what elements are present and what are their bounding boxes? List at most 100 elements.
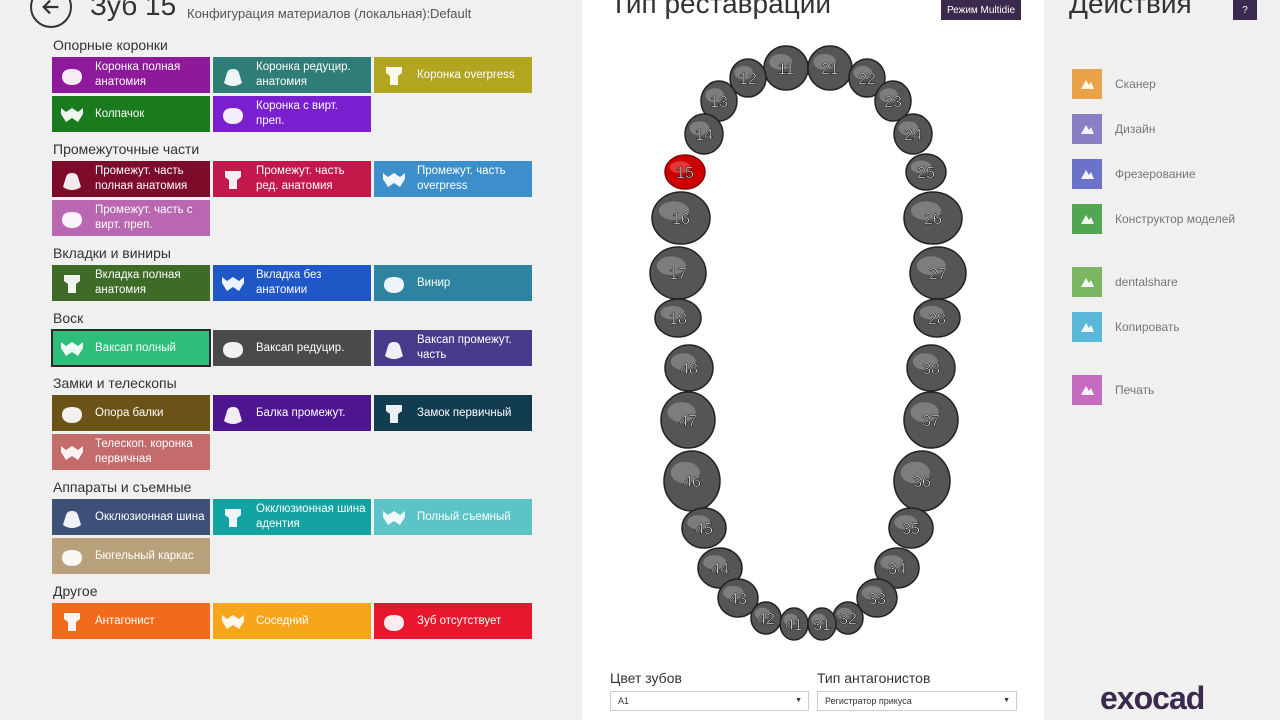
tooth-26[interactable]: 26 bbox=[903, 191, 963, 245]
action-item[interactable]: Конструктор моделей bbox=[1072, 203, 1235, 235]
tooth-number: 45 bbox=[695, 521, 713, 538]
tooth-48[interactable]: 48 bbox=[664, 344, 714, 392]
tooth-27[interactable]: 27 bbox=[909, 246, 967, 300]
restoration-tile[interactable]: Коронка редуцир. анатомия bbox=[213, 57, 371, 93]
veneer-icon bbox=[378, 267, 410, 299]
material-config-value[interactable]: Default bbox=[430, 6, 471, 21]
restoration-tile[interactable]: Коронка полная анатомия bbox=[52, 57, 210, 93]
section-title: Вкладки и виниры bbox=[53, 245, 171, 261]
restoration-tile-label: Винир bbox=[417, 276, 451, 289]
tooth-24[interactable]: 24 bbox=[893, 113, 933, 155]
restoration-tile[interactable]: Колпачок bbox=[52, 96, 210, 132]
restoration-tile[interactable]: Опора балки bbox=[52, 395, 210, 431]
tooth-16[interactable]: 16 bbox=[651, 191, 711, 245]
tooth-number: 38 bbox=[922, 361, 940, 378]
restoration-tile[interactable]: Полный съемный bbox=[374, 499, 532, 535]
restoration-tile[interactable]: Балка промежут. bbox=[213, 395, 371, 431]
shade-select[interactable]: A1 ▼ bbox=[610, 691, 809, 711]
tooth-37[interactable]: 37 bbox=[903, 391, 959, 449]
tooth-number: 33 bbox=[868, 591, 886, 608]
tooth-number: 12 bbox=[739, 71, 757, 88]
restoration-tile[interactable]: Телескоп. коронка первичная bbox=[52, 434, 210, 470]
restoration-tile-label: Ваксап промежут. часть bbox=[417, 334, 512, 361]
chevron-down-icon: ▼ bbox=[1003, 697, 1010, 704]
restoration-tile[interactable]: Промежут. часть полная анатомия bbox=[52, 161, 210, 197]
restoration-tile-label: Ваксап редуцир. bbox=[256, 341, 345, 354]
tooth-number: 25 bbox=[917, 165, 935, 182]
tooth-number: 46 bbox=[683, 474, 701, 491]
tooth-14[interactable]: 14 bbox=[684, 113, 724, 155]
action-label: Печать bbox=[1115, 383, 1155, 397]
actions-title: Действия bbox=[1069, 0, 1192, 19]
action-item[interactable]: Копировать bbox=[1072, 311, 1180, 343]
tooth-45[interactable]: 45 bbox=[681, 507, 727, 549]
restoration-tile-label: Окклюзионная шина адентия bbox=[256, 503, 366, 530]
coping-icon bbox=[56, 98, 88, 130]
restoration-tile-label: Коронка полная анатомия bbox=[95, 61, 181, 88]
tooth-31[interactable]: 31 bbox=[807, 607, 837, 641]
section-title: Другое bbox=[53, 583, 98, 599]
restoration-tile[interactable]: Ваксап редуцир. bbox=[213, 330, 371, 366]
tooth-38[interactable]: 38 bbox=[906, 344, 956, 392]
tooth-46[interactable]: 46 bbox=[663, 450, 721, 512]
model-creator-icon bbox=[1072, 204, 1102, 234]
restoration-tile[interactable]: Вкладка полная анатомия bbox=[52, 265, 210, 301]
restoration-tile-label: Замок первичный bbox=[417, 406, 512, 419]
restoration-tile[interactable]: Соседний bbox=[213, 603, 371, 639]
tooth-18[interactable]: 18 bbox=[654, 298, 702, 338]
antagonist-type-select[interactable]: Регистратор прикуса ▼ bbox=[817, 691, 1017, 711]
bar-pontic-icon bbox=[217, 397, 249, 429]
tooth-35[interactable]: 35 bbox=[888, 507, 934, 549]
tooth-41[interactable]: 41 bbox=[779, 607, 809, 641]
action-item[interactable]: Дизайн bbox=[1072, 113, 1155, 145]
tooth-number: 15 bbox=[676, 165, 694, 182]
tooth-title: Зуб 15 bbox=[90, 0, 177, 21]
restoration-tile[interactable]: Бюгельный каркас bbox=[52, 538, 210, 574]
restoration-tile[interactable]: Коронка overpress bbox=[374, 57, 532, 93]
action-item[interactable]: dentalshare bbox=[1072, 266, 1178, 298]
restoration-tile-label: Бюгельный каркас bbox=[95, 549, 194, 562]
waxup-pontic-icon bbox=[378, 332, 410, 364]
tooth-47[interactable]: 47 bbox=[660, 391, 716, 449]
tooth-17[interactable]: 17 bbox=[649, 246, 707, 300]
action-item[interactable]: Фрезерование bbox=[1072, 158, 1196, 190]
restoration-tile[interactable]: Зуб отсутствует bbox=[374, 603, 532, 639]
restoration-tile[interactable]: Промежут. часть overpress bbox=[374, 161, 532, 197]
tooth-number: 36 bbox=[913, 474, 931, 491]
tooth-15[interactable]: 15 bbox=[664, 154, 706, 190]
help-button[interactable]: ? bbox=[1233, 0, 1257, 20]
restoration-tile[interactable]: Винир bbox=[374, 265, 532, 301]
restoration-tile[interactable]: Окклюзионная шина bbox=[52, 499, 210, 535]
splint-edentulous-icon bbox=[217, 501, 249, 533]
restoration-tile[interactable]: Коронка с вирт. преп. bbox=[213, 96, 371, 132]
crown-full-icon bbox=[56, 59, 88, 91]
tooth-number: 28 bbox=[928, 311, 946, 328]
restoration-tile[interactable]: Антагонист bbox=[52, 603, 210, 639]
pontic-reduced-icon bbox=[217, 163, 249, 195]
action-item[interactable]: Сканер bbox=[1072, 68, 1156, 100]
tooth-33[interactable]: 33 bbox=[856, 578, 898, 618]
tooth-36[interactable]: 36 bbox=[893, 450, 951, 512]
restoration-tile[interactable]: Промежут. часть с вирт. преп. bbox=[52, 200, 210, 236]
tooth-32[interactable]: 32 bbox=[832, 601, 864, 635]
restoration-tile[interactable]: Окклюзионная шина адентия bbox=[213, 499, 371, 535]
restoration-tile[interactable]: Промежут. часть ред. анатомия bbox=[213, 161, 371, 197]
splint-icon bbox=[56, 501, 88, 533]
missing-tooth-icon bbox=[378, 605, 410, 637]
restoration-tile[interactable]: Вкладка без анатомии bbox=[213, 265, 371, 301]
tooth-25[interactable]: 25 bbox=[905, 153, 947, 191]
tooth-number: 47 bbox=[679, 413, 697, 430]
tooth-number: 21 bbox=[821, 61, 839, 78]
tooth-11[interactable]: 11 bbox=[763, 45, 809, 91]
tooth-number: 24 bbox=[904, 127, 922, 144]
restoration-tile[interactable]: Замок первичный bbox=[374, 395, 532, 431]
action-item[interactable]: Печать bbox=[1072, 374, 1154, 406]
restoration-tile-label: Окклюзионная шина bbox=[95, 510, 205, 523]
tooth-number: 34 bbox=[888, 561, 906, 578]
tooth-28[interactable]: 28 bbox=[913, 298, 961, 338]
restoration-tile[interactable]: Ваксап промежут. часть bbox=[374, 330, 532, 366]
restoration-tile[interactable]: Ваксап полный bbox=[51, 329, 211, 367]
tooth-21[interactable]: 21 bbox=[807, 45, 853, 91]
restoration-tile-label: Промежут. часть overpress bbox=[417, 165, 506, 192]
tooth-42[interactable]: 42 bbox=[750, 601, 782, 635]
